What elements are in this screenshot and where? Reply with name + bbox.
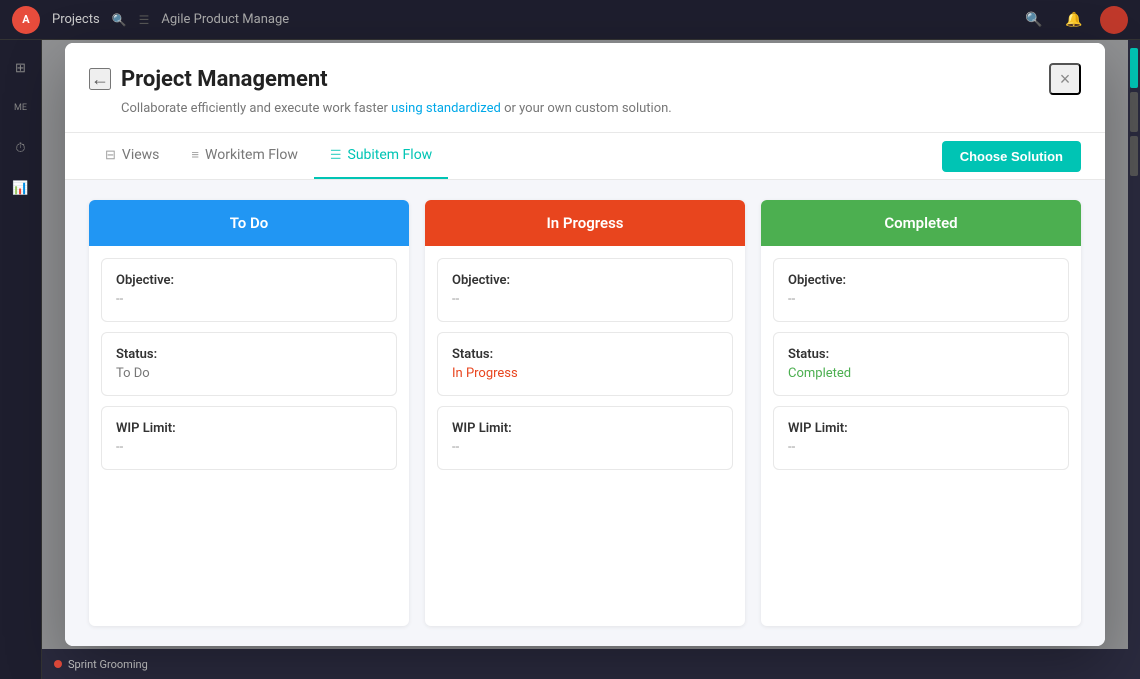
- todo-card-wip: WIP Limit: --: [101, 406, 397, 470]
- tab-workitem-label: Workitem Flow: [205, 147, 298, 163]
- right-indicator-2: [1130, 92, 1138, 132]
- modal-body: To Do Objective: -- Status: To Do WIP Li…: [65, 180, 1105, 646]
- modal: ← Project Management × Collaborate effic…: [65, 43, 1105, 646]
- completed-objective-label: Objective:: [788, 273, 1054, 288]
- notification-icon[interactable]: 🔔: [1060, 6, 1088, 34]
- sidebar: ⊞ ME ⏱ 📊: [0, 40, 42, 679]
- completed-objective-value: --: [788, 292, 1054, 307]
- search-icon[interactable]: 🔍: [112, 13, 127, 27]
- tab-views[interactable]: ⊟ Views: [89, 133, 175, 179]
- todo-card-objective: Objective: --: [101, 258, 397, 322]
- todo-status-value: To Do: [116, 366, 382, 381]
- tab-views-label: Views: [122, 147, 160, 163]
- column-header-completed: Completed: [761, 200, 1081, 246]
- right-indicator-1: [1130, 48, 1138, 88]
- kanban-board: To Do Objective: -- Status: To Do WIP Li…: [89, 200, 1081, 626]
- todo-objective-label: Objective:: [116, 273, 382, 288]
- top-bar: A Projects 🔍 ☰ Agile Product Manage 🔍 🔔: [0, 0, 1140, 40]
- modal-title: Project Management: [121, 67, 328, 92]
- right-indicator-3: [1130, 136, 1138, 176]
- modal-back-button[interactable]: ←: [89, 68, 111, 90]
- inprogress-objective-value: --: [452, 292, 718, 307]
- modal-close-button[interactable]: ×: [1049, 63, 1081, 95]
- search-global-icon[interactable]: 🔍: [1020, 6, 1048, 34]
- inprogress-status-value: In Progress: [452, 366, 718, 381]
- column-body-inprogress: Objective: -- Status: In Progress WIP Li…: [425, 246, 745, 626]
- sprint-grooming-label: Sprint Grooming: [68, 658, 148, 671]
- top-bar-project-name: Projects: [52, 12, 100, 27]
- column-body-todo: Objective: -- Status: To Do WIP Limit: -…: [89, 246, 409, 626]
- kanban-column-completed: Completed Objective: -- Status: Complete…: [761, 200, 1081, 626]
- sidebar-item-timer[interactable]: ⏱: [5, 132, 37, 164]
- user-avatar[interactable]: [1100, 6, 1128, 34]
- inprogress-card-objective: Objective: --: [437, 258, 733, 322]
- completed-status-label: Status:: [788, 347, 1054, 362]
- completed-card-objective: Objective: --: [773, 258, 1069, 322]
- column-body-completed: Objective: -- Status: Completed WIP Limi…: [761, 246, 1081, 626]
- inprogress-status-label: Status:: [452, 347, 718, 362]
- completed-card-status: Status: Completed: [773, 332, 1069, 396]
- sidebar-item-home[interactable]: ⊞: [5, 52, 37, 84]
- inprogress-wip-label: WIP Limit:: [452, 421, 718, 436]
- column-header-inprogress: In Progress: [425, 200, 745, 246]
- column-header-todo: To Do: [89, 200, 409, 246]
- modal-subtitle: Collaborate efficiently and execute work…: [121, 101, 1081, 116]
- inprogress-card-wip: WIP Limit: --: [437, 406, 733, 470]
- modal-tabs: ⊟ Views ≡ Workitem Flow ☰ Subitem Flow C…: [65, 133, 1105, 180]
- subtitle-link[interactable]: using standardized: [391, 101, 501, 116]
- top-bar-app-name: Agile Product Manage: [161, 12, 289, 27]
- status-dot: [54, 660, 62, 668]
- kanban-column-todo: To Do Objective: -- Status: To Do WIP Li…: [89, 200, 409, 626]
- todo-card-status: Status: To Do: [101, 332, 397, 396]
- completed-card-wip: WIP Limit: --: [773, 406, 1069, 470]
- app-avatar: A: [12, 6, 40, 34]
- subitem-icon: ☰: [330, 148, 342, 163]
- todo-status-label: Status:: [116, 347, 382, 362]
- workitem-icon: ≡: [191, 147, 199, 163]
- inprogress-card-status: Status: In Progress: [437, 332, 733, 396]
- sidebar-item-me[interactable]: ME: [5, 92, 37, 124]
- tab-subitem-flow[interactable]: ☰ Subitem Flow: [314, 133, 448, 179]
- todo-objective-value: --: [116, 292, 382, 307]
- sprint-grooming-item[interactable]: Sprint Grooming: [54, 658, 148, 671]
- list-icon[interactable]: ☰: [139, 13, 150, 27]
- inprogress-objective-label: Objective:: [452, 273, 718, 288]
- tab-subitem-label: Subitem Flow: [348, 147, 433, 163]
- sidebar-item-chart[interactable]: 📊: [5, 172, 37, 204]
- completed-wip-value: --: [788, 440, 1054, 455]
- todo-wip-label: WIP Limit:: [116, 421, 382, 436]
- modal-overlay: ← Project Management × Collaborate effic…: [42, 40, 1128, 649]
- tab-workitem-flow[interactable]: ≡ Workitem Flow: [175, 133, 313, 179]
- completed-wip-label: WIP Limit:: [788, 421, 1054, 436]
- right-sidebar: [1128, 40, 1140, 679]
- sidebar-me-label: ME: [14, 103, 27, 113]
- choose-solution-button[interactable]: Choose Solution: [942, 141, 1081, 172]
- bottom-bar: Sprint Grooming: [42, 649, 1128, 679]
- inprogress-wip-value: --: [452, 440, 718, 455]
- completed-status-value: Completed: [788, 366, 1054, 381]
- modal-tabs-list: ⊟ Views ≡ Workitem Flow ☰ Subitem Flow: [89, 133, 448, 179]
- modal-header: ← Project Management × Collaborate effic…: [65, 43, 1105, 133]
- todo-wip-value: --: [116, 440, 382, 455]
- kanban-column-inprogress: In Progress Objective: -- Status: In Pro…: [425, 200, 745, 626]
- views-icon: ⊟: [105, 148, 116, 163]
